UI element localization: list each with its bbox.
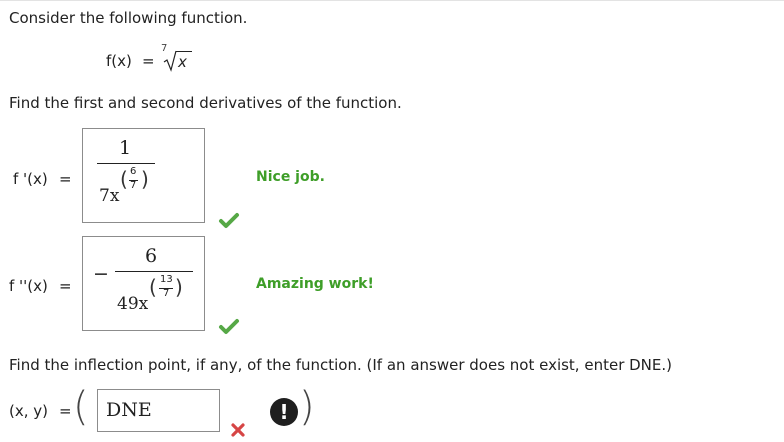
radical-bar (176, 51, 192, 52)
cross-icon (231, 423, 245, 437)
second-exponent-close-paren: ) (175, 275, 183, 299)
inflection-equals: = (59, 402, 72, 420)
radicand: x (178, 53, 187, 71)
first-derivative-feedback: Nice job. (256, 169, 325, 185)
derivatives-prompt: Find the first and second derivatives of… (9, 94, 402, 112)
second-derivative-sign: − (93, 263, 109, 285)
exclamation-icon[interactable]: ! (270, 398, 298, 426)
inflection-prompt: Find the inflection point, if any, of th… (9, 356, 672, 374)
first-exponent-open-paren: ( (120, 167, 128, 191)
first-derivative-numerator: 1 (119, 137, 132, 159)
inflection-answer-input[interactable]: DNE (97, 389, 220, 432)
inflection-open-paren: ( (73, 384, 89, 430)
first-derivative-answer-box[interactable]: 1 7x ( 6 7 ) (82, 128, 205, 223)
first-derivative-denominator-base: 7x (99, 186, 120, 206)
second-derivative-denominator-base: 49x (117, 294, 149, 314)
first-exponent-numerator: 6 (130, 166, 137, 177)
radical-sign (163, 50, 177, 72)
first-derivative-fraction-bar (97, 163, 155, 164)
second-exponent-denominator: 7 (163, 288, 170, 299)
second-exponent-open-paren: ( (149, 275, 157, 299)
first-exponent-denominator: 7 (130, 180, 137, 191)
check-icon (219, 213, 239, 228)
first-derivative-label: f '(x) (13, 170, 48, 188)
function-equals: = (142, 52, 155, 70)
top-divider (0, 0, 784, 1)
second-derivative-feedback: Amazing work! (256, 276, 374, 292)
exclamation-symbol: ! (279, 400, 289, 424)
second-derivative-label: f ''(x) (9, 277, 48, 295)
second-derivative-numerator: 6 (145, 245, 158, 267)
inflection-input-value: DNE (106, 399, 152, 421)
inflection-label: (x, y) (9, 402, 48, 420)
inflection-close-paren: ) (299, 384, 315, 430)
second-derivative-equals: = (59, 277, 72, 295)
function-lhs: f(x) (106, 52, 132, 70)
second-derivative-fraction-bar (115, 271, 193, 272)
first-derivative-equals: = (59, 170, 72, 188)
second-derivative-answer-box[interactable]: − 6 49x ( 13 7 ) (82, 236, 205, 331)
second-exponent-numerator: 13 (160, 274, 173, 285)
first-exponent-close-paren: ) (141, 167, 149, 191)
problem-intro: Consider the following function. (9, 9, 248, 27)
check-icon (219, 319, 239, 334)
